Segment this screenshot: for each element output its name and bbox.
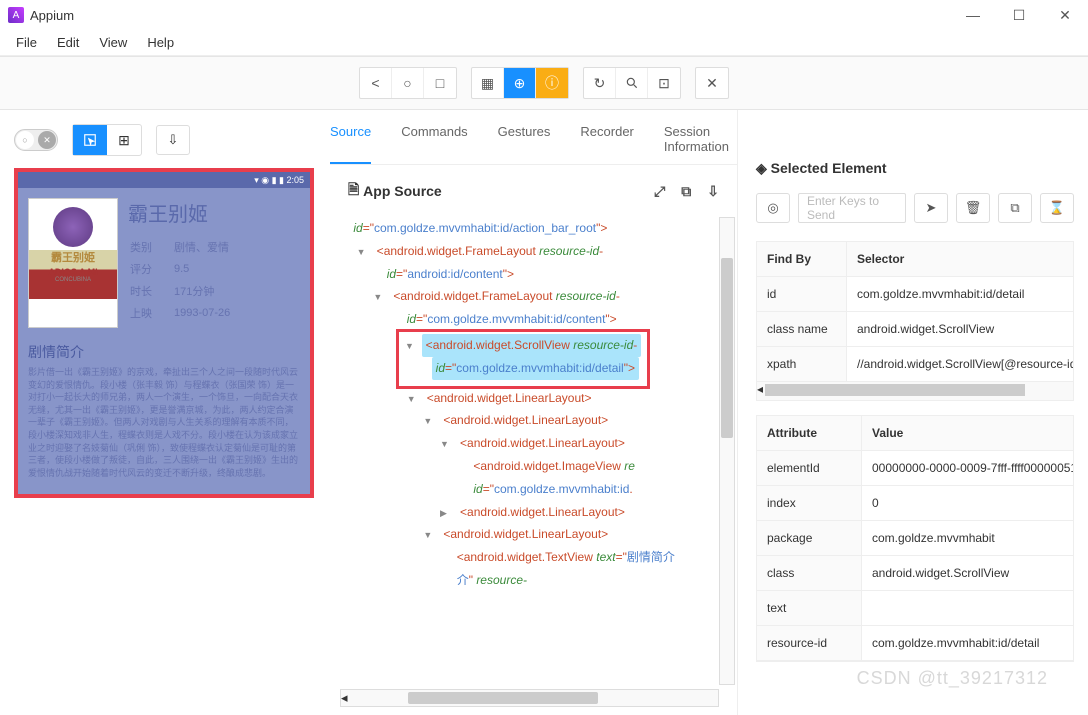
copy-element-button[interactable]: ⧉: [998, 193, 1032, 223]
minimize-button[interactable]: —: [950, 0, 996, 30]
copy-xml-button[interactable]: ⤢: [654, 183, 665, 200]
select-element-button[interactable]: [73, 125, 107, 155]
findby-table: Find BySelector idcom.goldze.mvvmhabit:i…: [756, 241, 1074, 401]
download-screenshot-button[interactable]: ⇩: [156, 125, 190, 155]
toolbar: < ○ □ ▦ ⊕ ⓘ ↻ ⊡ ✕: [0, 56, 1088, 110]
app-source-title: App Source: [363, 183, 442, 199]
menu-edit[interactable]: Edit: [47, 33, 89, 52]
app-switch-button[interactable]: ▦: [472, 68, 504, 98]
maximize-button[interactable]: ☐: [996, 0, 1042, 30]
table-scrollbar[interactable]: ◂: [757, 382, 1073, 400]
tab-source[interactable]: Source: [330, 124, 371, 164]
inspector-tabs: Source Commands Gestures Recorder Sessio…: [330, 110, 737, 165]
nav-back-button[interactable]: <: [360, 68, 392, 98]
tab-commands[interactable]: Commands: [401, 124, 467, 164]
synopsis-text: 影片借一出《霸王别姬》的京戏，牵扯出三个人之间一段随时代风云变幻的爱恨情仇。段小…: [18, 366, 310, 479]
vertical-scrollbar[interactable]: [719, 217, 735, 685]
file-icon: 🗎: [348, 179, 363, 203]
menu-help[interactable]: Help: [137, 33, 184, 52]
source-tree[interactable]: id="com.goldze.mvvmhabit:id/action_bar_r…: [340, 217, 719, 715]
globe-button[interactable]: ⊕: [504, 68, 536, 98]
tap-coords-button[interactable]: ⊞: [107, 125, 141, 155]
menu-file[interactable]: File: [6, 33, 47, 52]
send-keys-input[interactable]: Enter Keys to Send: [798, 193, 906, 223]
quit-session-button[interactable]: ✕: [696, 68, 728, 98]
selected-element-title: Selected Element: [771, 160, 887, 176]
device-screenshot[interactable]: ▾ ◉ ▮ ▮ 2:05 霸王别姫 ADIOS A MI CONCUBINA 霸…: [14, 168, 314, 498]
record-button[interactable]: ⊡: [648, 68, 680, 98]
trash-button[interactable]: 🗑: [956, 193, 990, 223]
window-title: Appium: [30, 8, 950, 23]
tab-recorder[interactable]: Recorder: [580, 124, 633, 164]
send-button[interactable]: ➤: [914, 193, 948, 223]
info-button[interactable]: ⓘ: [536, 68, 568, 98]
nav-home-button[interactable]: ○: [392, 68, 424, 98]
phone-status-bar: ▾ ◉ ▮ ▮ 2:05: [18, 172, 310, 188]
locate-button[interactable]: ◎: [756, 193, 790, 223]
movie-poster: 霸王别姫 ADIOS A MI CONCUBINA: [28, 198, 118, 328]
timing-button[interactable]: ⌛: [1040, 193, 1074, 223]
horizontal-scrollbar[interactable]: ◂: [340, 689, 719, 707]
search-button[interactable]: [616, 68, 648, 98]
tab-session[interactable]: Session Information: [664, 124, 737, 164]
attribute-table: AttributeValue elementId00000000-0000-00…: [756, 415, 1074, 662]
download-xml-button[interactable]: ⇩: [707, 183, 719, 200]
tag-icon: ◈: [756, 160, 771, 176]
refresh-button[interactable]: ↻: [584, 68, 616, 98]
copy-button[interactable]: ⧉: [681, 183, 691, 200]
movie-title: 霸王别姬: [128, 198, 252, 227]
nav-recent-button[interactable]: □: [424, 68, 456, 98]
watermark: CSDN @tt_39217312: [857, 668, 1048, 689]
app-logo-icon: A: [8, 7, 24, 23]
titlebar: A Appium — ☐ ✕: [0, 0, 1088, 30]
close-button[interactable]: ✕: [1042, 0, 1088, 30]
synopsis-heading: 剧情简介: [28, 342, 300, 362]
menubar: File Edit View Help: [0, 30, 1088, 56]
mjpeg-toggle[interactable]: ○✕: [14, 129, 58, 151]
menu-view[interactable]: View: [89, 33, 137, 52]
tab-gestures[interactable]: Gestures: [498, 124, 551, 164]
